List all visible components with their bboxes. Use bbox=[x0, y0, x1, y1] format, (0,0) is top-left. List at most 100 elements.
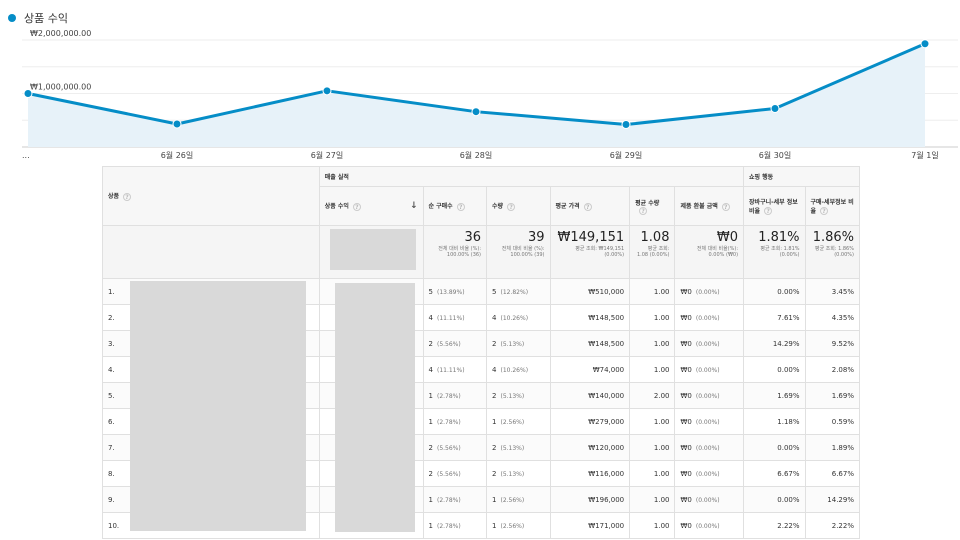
row-quantity-pct: (12.82%) bbox=[500, 288, 529, 296]
row-purchases-pct: (5.56%) bbox=[436, 444, 461, 452]
totals-cart-detail-value: 1.81% bbox=[758, 230, 800, 245]
header-avg-price[interactable]: 평균 가격? bbox=[549, 186, 631, 226]
totals-avg-qty-value: 1.08 bbox=[640, 230, 670, 245]
row-refund-pct: (0.00%) bbox=[695, 418, 720, 426]
row-quantity: 4 (10.26%) bbox=[486, 304, 551, 331]
row-quantity-value: 1 bbox=[492, 521, 497, 530]
row-quantity-value: 4 bbox=[492, 313, 497, 322]
row-purchases-value: 4 bbox=[428, 313, 433, 322]
row-avg-price: ₩171,000 bbox=[549, 512, 631, 539]
header-avg-qty[interactable]: 평균 수량? bbox=[629, 186, 676, 226]
totals-refund-sub: 전체 대비 비율(%): 0.00% (₩0) bbox=[696, 246, 739, 258]
row-avg-price: ₩120,000 bbox=[549, 434, 631, 461]
header-revenue[interactable]: 상품 수익? ↓ bbox=[318, 186, 424, 226]
row-avg-qty: 1.00 bbox=[629, 460, 676, 487]
row-quantity: 1 (2.56%) bbox=[486, 512, 551, 539]
header-revenue-label: 상품 수익 bbox=[324, 203, 349, 210]
row-quantity-pct: (5.13%) bbox=[500, 470, 525, 478]
header-refund[interactable]: 제품 환불 금액? bbox=[674, 186, 745, 226]
row-purchases-pct: (2.78%) bbox=[436, 496, 461, 504]
data-point[interactable] bbox=[172, 119, 182, 129]
redacted-revenue-total bbox=[330, 229, 416, 270]
row-purchases-pct: (11.11%) bbox=[436, 314, 465, 322]
row-purchases-pct: (11.11%) bbox=[436, 366, 465, 374]
row-avg-qty: 1.00 bbox=[629, 486, 676, 513]
row-cart-detail: 0.00% bbox=[743, 486, 806, 513]
row-avg-qty: 1.00 bbox=[629, 304, 676, 331]
row-refund-value: ₩0 bbox=[680, 443, 692, 452]
row-quantity: 5 (12.82%) bbox=[486, 278, 551, 305]
row-avg-price: ₩140,000 bbox=[549, 382, 631, 409]
row-buy-detail: 14.29% bbox=[804, 486, 861, 513]
totals-avg-qty: 1.08 평균 조회: 1.08 (0.00%) bbox=[629, 225, 676, 279]
row-avg-price: ₩279,000 bbox=[549, 408, 631, 435]
y-tick-label: ₩2,000,000.00 bbox=[30, 29, 91, 38]
header-quantity[interactable]: 수량? bbox=[486, 186, 551, 226]
row-buy-detail: 1.89% bbox=[804, 434, 861, 461]
help-icon[interactable]: ? bbox=[639, 206, 648, 215]
totals-row: 36 전체 대비 비율 (%): 100.00% (36) 39 전체 대비 비율 … bbox=[102, 225, 861, 279]
data-point[interactable] bbox=[471, 107, 481, 117]
data-point[interactable] bbox=[322, 86, 332, 96]
help-icon[interactable]: ? bbox=[123, 192, 132, 201]
row-cart-detail: 0.00% bbox=[743, 434, 806, 461]
row-quantity-value: 1 bbox=[492, 417, 497, 426]
row-buy-detail: 4.35% bbox=[804, 304, 861, 331]
row-buy-detail: 2.08% bbox=[804, 356, 861, 383]
totals-purchases-value: 36 bbox=[464, 230, 482, 245]
row-purchases-value: 2 bbox=[428, 443, 433, 452]
row-cart-detail: 7.61% bbox=[743, 304, 806, 331]
redacted-revenue-values bbox=[335, 283, 415, 532]
help-icon[interactable]: ? bbox=[721, 202, 730, 211]
header-purchases[interactable]: 순 구매수? bbox=[422, 186, 488, 226]
x-tick-label: 6월 29일 bbox=[610, 150, 643, 160]
header-product[interactable]: 상품? bbox=[102, 166, 320, 226]
row-quantity: 2 (5.13%) bbox=[486, 330, 551, 357]
row-refund-pct: (0.00%) bbox=[695, 366, 720, 374]
row-refund-value: ₩0 bbox=[680, 287, 692, 296]
row-quantity-pct: (2.56%) bbox=[500, 418, 525, 426]
data-point[interactable] bbox=[770, 103, 780, 113]
row-purchases: 2 (5.56%) bbox=[422, 460, 488, 487]
row-purchases-pct: (2.78%) bbox=[436, 418, 461, 426]
header-buy-detail[interactable]: 구매-세부정보 비율? bbox=[804, 186, 861, 226]
row-avg-price: ₩148,500 bbox=[549, 304, 631, 331]
help-icon[interactable]: ? bbox=[507, 202, 516, 211]
row-purchases-value: 4 bbox=[428, 365, 433, 374]
row-refund: ₩0 (0.00%) bbox=[674, 512, 745, 539]
header-group-sales: 매출 실적 bbox=[318, 166, 745, 187]
row-refund-pct: (0.00%) bbox=[695, 522, 720, 530]
help-icon[interactable]: ? bbox=[820, 207, 829, 216]
row-refund: ₩0 (0.00%) bbox=[674, 460, 745, 487]
row-refund: ₩0 (0.00%) bbox=[674, 330, 745, 357]
row-refund-pct: (0.00%) bbox=[695, 392, 720, 400]
row-purchases: 1 (2.78%) bbox=[422, 382, 488, 409]
data-point[interactable] bbox=[621, 120, 631, 130]
help-icon[interactable]: ? bbox=[456, 202, 465, 211]
data-point[interactable] bbox=[920, 39, 930, 49]
row-quantity-pct: (5.13%) bbox=[500, 444, 525, 452]
row-purchases-value: 1 bbox=[428, 391, 433, 400]
row-buy-detail: 3.45% bbox=[804, 278, 861, 305]
row-quantity: 1 (2.56%) bbox=[486, 408, 551, 435]
header-cart-detail[interactable]: 장바구니-세부 정보 비율? bbox=[743, 186, 806, 226]
help-icon[interactable]: ? bbox=[352, 202, 361, 211]
row-index: 1. bbox=[108, 287, 115, 296]
row-quantity: 1 (2.56%) bbox=[486, 486, 551, 513]
row-purchases: 2 (5.56%) bbox=[422, 434, 488, 461]
help-icon[interactable]: ? bbox=[764, 207, 773, 216]
header-refund-label: 제품 환불 금액 bbox=[680, 203, 718, 211]
totals-buy-detail-sub: 평균 조회: 1.86% (0.00%) bbox=[814, 246, 854, 258]
row-refund-pct: (0.00%) bbox=[695, 288, 720, 296]
row-cart-detail: 1.69% bbox=[743, 382, 806, 409]
legend-label: 상품 수익 bbox=[24, 12, 68, 25]
sort-desc-icon[interactable]: ↓ bbox=[410, 201, 418, 211]
row-refund: ₩0 (0.00%) bbox=[674, 304, 745, 331]
row-purchases-value: 1 bbox=[428, 521, 433, 530]
row-quantity-value: 2 bbox=[492, 339, 497, 348]
y-tick-label: ₩1,000,000.00 bbox=[30, 83, 91, 92]
row-purchases-pct: (2.78%) bbox=[436, 392, 461, 400]
chart-legend[interactable]: 상품 수익 bbox=[8, 9, 68, 27]
row-quantity-pct: (5.13%) bbox=[500, 392, 525, 400]
help-icon[interactable]: ? bbox=[583, 202, 592, 211]
